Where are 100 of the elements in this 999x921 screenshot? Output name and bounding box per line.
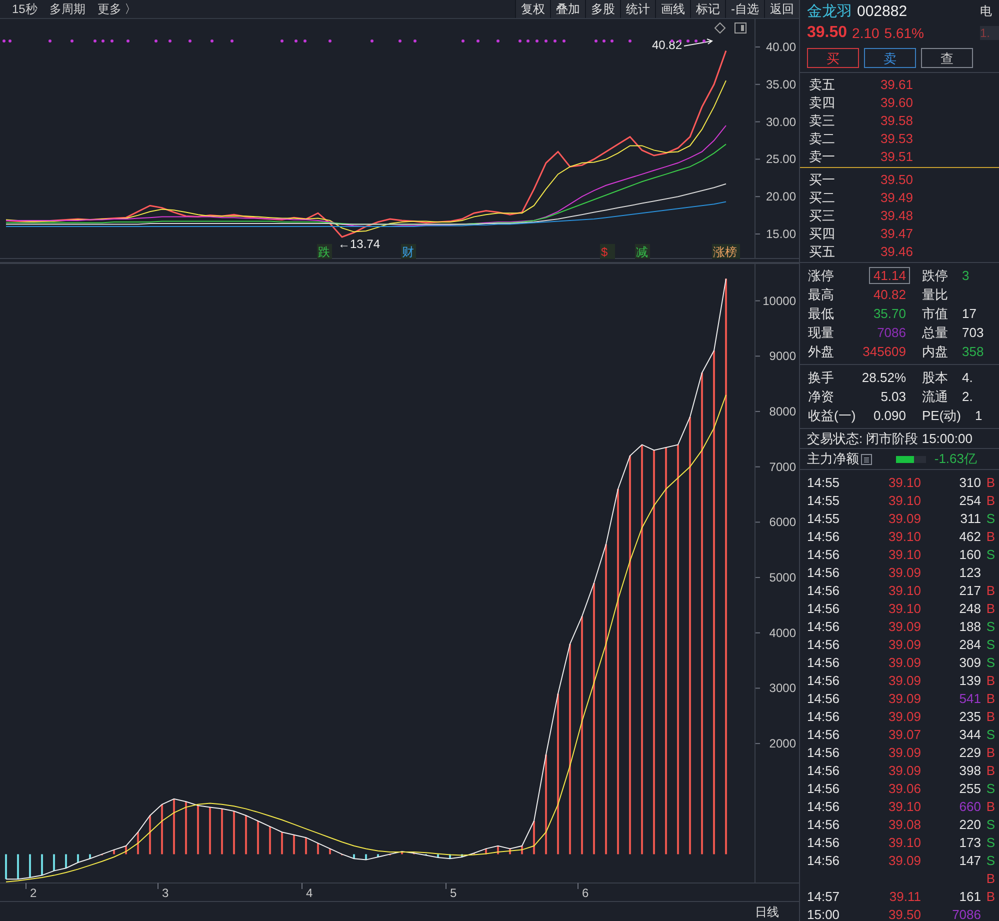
axis-label: 9000	[769, 349, 796, 364]
trade-status: 交易状态: 闭市阶段 15:00:00	[807, 430, 972, 448]
trade-side: S	[985, 510, 995, 526]
stat-label: 总量	[921, 324, 949, 342]
ask-price: 39.60	[879, 95, 913, 110]
trade-side: B	[985, 492, 995, 508]
trade-side: S	[985, 618, 995, 634]
stat-label: 股本	[921, 368, 949, 387]
axis-label: 6	[582, 886, 589, 900]
stat-value: 7086	[876, 324, 907, 342]
trade-time: 14:56	[807, 798, 841, 814]
axis-label: 2000	[769, 736, 796, 751]
stat-label: 收益(一)	[807, 406, 857, 425]
trade-price: 39.09	[887, 654, 921, 670]
trade-volume: 398	[958, 762, 981, 778]
trade-time: 14:56	[807, 762, 841, 778]
trade-volume: 310	[958, 474, 981, 490]
stat-label: 现量	[807, 324, 835, 342]
axis-label: 3000	[769, 681, 796, 696]
trade-volume: 309	[958, 654, 981, 670]
trade-price: 39.07	[887, 726, 921, 742]
trade-price: 39.10	[887, 474, 921, 490]
trade-side: S	[985, 546, 995, 562]
trade-time: 14:55	[807, 492, 841, 508]
trade-volume: 235	[958, 708, 981, 724]
axis-label: 15.00	[766, 227, 796, 241]
trade-volume: 462	[958, 528, 981, 544]
trade-time: 14:56	[807, 654, 841, 670]
trade-time: 14:56	[807, 618, 841, 634]
trade-time: 14:56	[807, 708, 841, 724]
trade-time: 14:56	[807, 636, 841, 652]
stat-value: 2.	[961, 388, 974, 406]
trade-price: 39.10	[887, 582, 921, 598]
axis-label: 4	[306, 886, 313, 900]
bid-price: 39.47	[879, 226, 913, 242]
trade-time: 14:56	[807, 600, 841, 616]
trade-time: 14:56	[807, 780, 841, 796]
trade-time: 14:56	[807, 726, 841, 742]
trade-time: 14:55	[807, 510, 841, 526]
stat-value: 0.090	[872, 407, 907, 424]
stat-label: 净资	[807, 388, 835, 406]
bid-label: 买四	[808, 224, 836, 243]
bid-label: 买二	[808, 188, 836, 207]
stat-label: 跌停	[921, 266, 949, 285]
trade-side: S	[985, 852, 995, 868]
axis-label: 4000	[769, 626, 796, 640]
stat-label: 涨停	[807, 266, 835, 285]
trade-volume: 173	[958, 834, 981, 850]
axis-label: 30.00	[766, 114, 796, 129]
bid-price: 39.48	[879, 208, 913, 224]
trade-time: 14:56	[807, 528, 841, 544]
trade-volume: 248	[958, 600, 981, 616]
trade-side: B	[985, 528, 995, 544]
axis-label: 35.00	[766, 77, 796, 92]
trade-volume: 139	[958, 672, 981, 688]
trade-volume: 344	[958, 726, 981, 742]
trade-price: 39.09	[887, 672, 921, 688]
ask-label: 卖四	[808, 94, 836, 112]
sector-label: 电	[980, 2, 993, 20]
trade-volume: 7086	[951, 906, 981, 921]
trade-side: B	[985, 708, 995, 724]
bid-price: 39.46	[879, 244, 913, 260]
ask-price: 39.58	[879, 113, 913, 128]
stat-value: 4.	[961, 369, 974, 386]
bid-price: 39.49	[879, 190, 913, 206]
trade-time: 14:56	[807, 582, 841, 598]
axis-label: 5000	[769, 570, 796, 584]
trade-volume: 161	[958, 888, 981, 904]
trade-price: 39.11	[888, 888, 921, 904]
axis-label: 40.00	[766, 40, 796, 54]
ask-label: 卖三	[808, 112, 836, 130]
trade-side: S	[985, 726, 995, 742]
trade-price: 39.09	[887, 852, 921, 868]
trade-volume: 541	[958, 690, 981, 706]
trade-time: 15:00	[807, 906, 841, 921]
trade-time: 14:56	[807, 744, 841, 760]
trade-volume: 123	[958, 564, 981, 580]
trade-side: S	[985, 816, 995, 832]
trade-time: 14:56	[807, 852, 841, 868]
trade-time: 14:56	[807, 690, 841, 706]
stat-label: 最高	[807, 286, 835, 304]
stat-value: 3	[961, 267, 970, 284]
bid-price: 39.50	[879, 172, 913, 188]
extra-value: 1.	[980, 26, 999, 40]
trade-price: 39.09	[887, 690, 921, 706]
stat-label: PE(动)	[921, 406, 962, 425]
trade-volume: 229	[958, 744, 981, 760]
stat-label: 最低	[807, 304, 835, 323]
ask-label: 卖二	[808, 130, 836, 148]
change-percent: 5.61%	[884, 25, 924, 42]
trade-price: 39.10	[887, 492, 921, 508]
trade-price: 39.10	[887, 798, 921, 814]
trade-time: 14:56	[807, 672, 841, 688]
stat-label: 内盘	[921, 342, 949, 361]
trade-side: S	[985, 636, 995, 652]
last-price: 39.50	[807, 24, 848, 42]
axis-label: 5	[450, 886, 457, 900]
axis-label: 2	[30, 886, 37, 900]
trade-volume: 147	[958, 852, 981, 868]
trade-price: 39.09	[887, 564, 921, 580]
